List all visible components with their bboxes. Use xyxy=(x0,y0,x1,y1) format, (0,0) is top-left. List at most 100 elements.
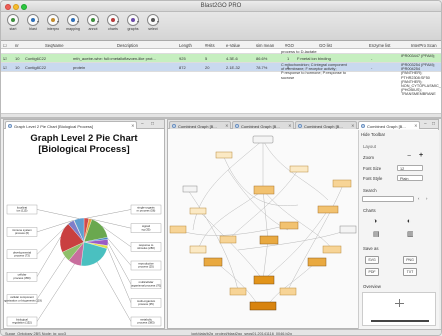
graph-node[interactable] xyxy=(339,225,357,234)
font-size-select[interactable]: 12 xyxy=(397,165,423,171)
pie-chart-alt-icon[interactable]: ◐ xyxy=(407,218,411,225)
cell-simmean: 86.6% xyxy=(256,55,268,61)
graph-icon xyxy=(298,124,302,128)
graph-node[interactable] xyxy=(189,207,207,215)
bar-chart-alt-icon[interactable]: ▥ xyxy=(407,230,414,238)
pie-chart: localizat ion (115)immune system process (… xyxy=(4,204,162,327)
header-checkbox[interactable]: ☐ xyxy=(3,43,7,48)
start-button[interactable]: start xyxy=(5,14,21,39)
graph-node[interactable] xyxy=(203,257,223,267)
graph-node[interactable] xyxy=(252,135,274,144)
tab-combined-graph-3[interactable]: Combined Graph [B... ✕ xyxy=(295,121,357,129)
tab-combined-graph-4[interactable]: Combined Graph [B... ✕ xyxy=(358,121,420,129)
save-png-button[interactable]: PNG xyxy=(403,256,417,264)
close-icon[interactable]: ✕ xyxy=(351,123,354,128)
col-golist[interactable]: GO list xyxy=(319,43,332,48)
col-evalue[interactable]: e-Value xyxy=(226,43,240,48)
graph-node[interactable] xyxy=(317,205,339,214)
close-icon[interactable]: ✕ xyxy=(288,123,291,128)
col-hits[interactable]: #Hits xyxy=(205,43,215,48)
pie-label: response to stimulus (280) xyxy=(137,243,155,250)
hide-toolbar-button[interactable]: Hide Toolbar xyxy=(361,132,385,137)
bar-chart-icon[interactable]: ▤ xyxy=(373,230,380,238)
tab-pie-chart[interactable]: Graph Level 2 Pie Chart [Biological Proc… xyxy=(5,121,137,129)
graph-node[interactable] xyxy=(259,235,279,245)
pie-chart-icon[interactable]: ◑ xyxy=(373,218,377,225)
minimize-panel-icon[interactable]: − xyxy=(141,121,144,127)
close-icon[interactable]: ✕ xyxy=(131,123,134,128)
graph-node[interactable] xyxy=(182,185,198,193)
font-size-label: Font Size xyxy=(363,166,382,171)
main-toolbar: start blast ▾ interpro ▾ mapping ▾ annot ▾ charts… xyxy=(1,12,441,41)
chart-icon xyxy=(8,124,12,128)
col-go[interactable]: #GO xyxy=(285,43,294,48)
annot-button[interactable]: annot ▾ xyxy=(85,14,101,39)
graph-node[interactable] xyxy=(322,245,342,254)
col-description[interactable]: Description xyxy=(117,43,138,48)
graph-node[interactable] xyxy=(307,257,327,267)
close-icon[interactable]: ✕ xyxy=(225,123,228,128)
col-simmean[interactable]: sim mean xyxy=(256,43,274,48)
col-interpro[interactable]: InterPro Scan xyxy=(411,43,437,48)
app-window: Blast2GO PRO start blast ▾ interpro ▾ mapping… xyxy=(0,0,442,336)
select-button[interactable]: select ▾ xyxy=(145,14,161,39)
table-row[interactable]: ☑ 10 Contig8C22 protein 872 20 2.1E-32 7… xyxy=(1,63,441,72)
chevron-down-icon[interactable]: ▾ xyxy=(37,19,39,24)
col-seqname[interactable]: SeqName xyxy=(45,43,64,48)
graph-node[interactable] xyxy=(189,245,207,254)
chevron-down-icon[interactable]: ▾ xyxy=(117,19,119,24)
tab-combined-graph-2[interactable]: Combined Graph [B... ✕ xyxy=(232,121,294,129)
maximize-panel-icon[interactable]: □ xyxy=(432,121,435,127)
save-as-label: Save as xyxy=(363,246,379,251)
graph-node[interactable] xyxy=(279,221,299,230)
chevron-down-icon[interactable]: ▾ xyxy=(137,19,139,24)
chevron-down-icon[interactable]: ▾ xyxy=(77,19,79,24)
tab-combined-graph-1[interactable]: Combined Graph [B... ✕ xyxy=(169,121,231,129)
graph-node[interactable] xyxy=(289,165,309,173)
zoom-in-button[interactable]: + xyxy=(419,152,423,159)
go-graph[interactable] xyxy=(168,130,358,328)
graph-node[interactable] xyxy=(229,287,247,296)
minimize-panel-icon[interactable]: − xyxy=(424,121,427,127)
graph-node[interactable] xyxy=(215,151,233,159)
maximize-panel-icon[interactable]: □ xyxy=(151,121,154,127)
blast-button[interactable]: blast ▾ xyxy=(25,14,41,39)
overview-minimap[interactable] xyxy=(362,292,436,326)
font-style-select[interactable]: Plain xyxy=(397,175,423,181)
row-checkbox[interactable]: ☑ xyxy=(3,56,7,61)
pie-leader-line xyxy=(107,238,132,266)
search-input[interactable] xyxy=(362,196,414,202)
col-length[interactable]: Length xyxy=(179,43,192,48)
graph-node[interactable] xyxy=(279,287,297,296)
save-pdf-button[interactable]: PDF xyxy=(365,268,379,276)
table-row[interactable]: ☑ 10 Contig6C22 mth_aoebe-whe: full=meta… xyxy=(1,54,441,63)
status-left: Sugar_Ontology 2BS Node: ig: ucc3 xyxy=(5,331,66,336)
graph-node[interactable] xyxy=(253,185,275,195)
col-nr[interactable]: nr xyxy=(15,43,19,48)
mapping-button[interactable]: mapping ▾ xyxy=(65,14,81,39)
graph-node[interactable] xyxy=(253,275,275,285)
save-txt-button[interactable]: TXT xyxy=(403,268,417,276)
zoom-out-button[interactable]: − xyxy=(407,153,411,160)
cell-length: 925 xyxy=(179,55,186,61)
close-icon[interactable]: ✕ xyxy=(414,123,417,128)
graph-node[interactable] xyxy=(332,179,352,188)
chevron-down-icon[interactable]: ▾ xyxy=(97,19,99,24)
interpro-button[interactable]: interpro ▾ xyxy=(45,14,61,39)
save-svg-button[interactable]: SVG xyxy=(365,256,379,264)
graph-node[interactable] xyxy=(169,225,187,234)
col-enzyme[interactable]: Enzyme list xyxy=(369,43,390,48)
graphs-button[interactable]: graphs ▾ xyxy=(125,14,141,39)
graph-node[interactable] xyxy=(219,235,237,244)
charts-button[interactable]: charts ▾ xyxy=(105,14,121,39)
cell-hits: 20 xyxy=(205,64,210,70)
search-next-icon[interactable]: › xyxy=(426,196,427,201)
cell-go: 1 xyxy=(287,55,290,61)
pie-leader-line xyxy=(86,209,132,219)
search-prev-icon[interactable]: ‹ xyxy=(418,196,419,201)
chevron-down-icon[interactable]: ▾ xyxy=(57,19,59,24)
graph-node[interactable] xyxy=(249,301,277,311)
pie-leader-line xyxy=(107,247,132,303)
row-checkbox[interactable]: ☑ xyxy=(3,65,7,70)
chevron-down-icon[interactable]: ▾ xyxy=(157,19,159,24)
